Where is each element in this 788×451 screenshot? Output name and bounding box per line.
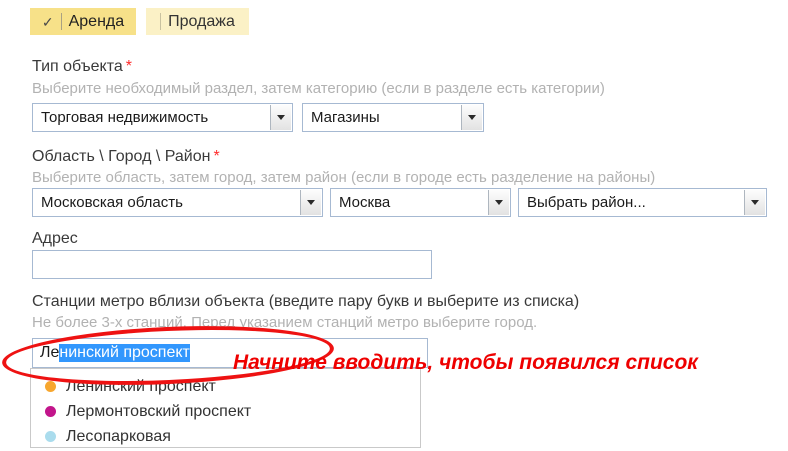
required-asterisk: * — [213, 148, 219, 165]
dropdown-arrow-icon — [488, 190, 509, 215]
metro-suggestion-label: Ленинский проспект — [66, 378, 216, 396]
metro-input-text: Ле — [40, 344, 59, 362]
address-label: Адрес — [32, 230, 78, 248]
dropdown-arrow-icon — [744, 190, 765, 215]
region-select[interactable]: Московская область — [32, 188, 323, 217]
tab-divider — [160, 13, 161, 30]
tab-rent[interactable]: ✓ Аренда — [30, 8, 136, 35]
metro-label: Станции метро вблизи объекта (введите па… — [32, 293, 579, 311]
tab-rent-label: Аренда — [69, 13, 125, 31]
district-value: Выбрать район... — [519, 194, 743, 211]
location-hint: Выберите область, затем город, затем рай… — [32, 169, 655, 186]
city-value: Москва — [331, 194, 487, 211]
metro-suggestion-item[interactable]: Ленинский проспект — [31, 374, 420, 399]
city-select[interactable]: Москва — [330, 188, 511, 217]
object-type-label: Тип объекта* — [32, 58, 132, 76]
region-value: Московская область — [33, 194, 299, 211]
district-select[interactable]: Выбрать район... — [518, 188, 767, 217]
tab-divider — [61, 13, 62, 30]
object-category-value: Магазины — [303, 109, 460, 126]
metro-hint: Не более 3-х станций. Перед указанием ст… — [32, 314, 537, 331]
dropdown-arrow-icon — [300, 190, 321, 215]
metro-suggestion-label: Лесопарковая — [66, 428, 171, 446]
dropdown-arrow-icon — [461, 105, 482, 130]
tab-sale-label: Продажа — [168, 13, 235, 31]
metro-line-dot-icon — [45, 406, 56, 417]
metro-suggestion-item[interactable]: Лермонтовский проспект — [31, 399, 420, 424]
object-section-value: Торговая недвижимость — [33, 109, 269, 126]
metro-input[interactable]: Ленинский проспект — [32, 338, 428, 368]
tab-sale[interactable]: Продажа — [146, 8, 249, 35]
object-type-hint: Выберите необходимый раздел, затем катег… — [32, 80, 605, 97]
metro-line-dot-icon — [45, 431, 56, 442]
object-section-select[interactable]: Торговая недвижимость — [32, 103, 293, 132]
address-input[interactable] — [32, 250, 432, 279]
metro-input-selected-text: нинский проспект — [59, 344, 189, 362]
check-icon: ✓ — [42, 15, 54, 29]
location-label: Область \ Город \ Район* — [32, 148, 220, 166]
required-asterisk: * — [126, 58, 132, 75]
metro-suggestion-item[interactable]: Лесопарковая — [31, 424, 420, 449]
object-category-select[interactable]: Магазины — [302, 103, 484, 132]
listing-form: ✓ Аренда Продажа Тип объекта* Выберите н… — [0, 0, 788, 451]
dropdown-arrow-icon — [270, 105, 291, 130]
metro-line-dot-icon — [45, 381, 56, 392]
metro-suggestion-list: Ленинский проспект Лермонтовский проспек… — [30, 368, 421, 448]
metro-suggestion-label: Лермонтовский проспект — [66, 403, 251, 421]
